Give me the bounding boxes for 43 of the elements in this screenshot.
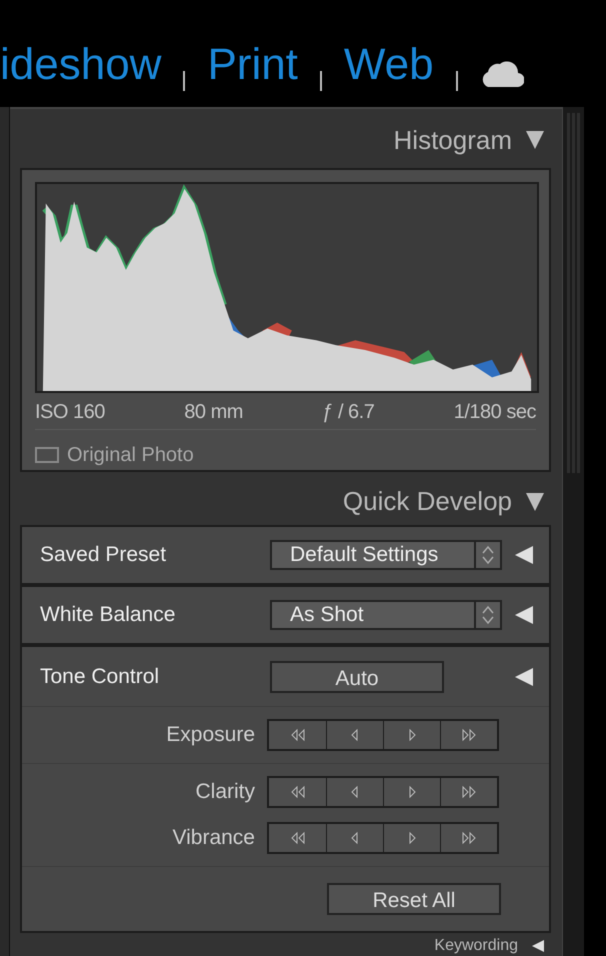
- expand-triangle-icon[interactable]: [515, 668, 533, 686]
- checkbox[interactable]: [35, 446, 59, 463]
- step-button[interactable]: [269, 824, 326, 852]
- module-link[interactable]: Web: [344, 43, 434, 87]
- double-left-arrow-icon: [290, 729, 304, 742]
- dropdown[interactable]: As Shot: [270, 600, 502, 630]
- adjustment-label: Clarity: [195, 779, 255, 806]
- collapse-triangle-icon[interactable]: [526, 492, 544, 511]
- step-button[interactable]: [269, 721, 326, 750]
- step-button[interactable]: [269, 778, 326, 806]
- double-right-arrow-icon: [462, 729, 476, 742]
- step-button[interactable]: [440, 824, 497, 852]
- exif-text: 80 mm: [184, 400, 243, 425]
- double-left-arrow-icon: [290, 832, 304, 844]
- double-right-arrow-icon: [462, 832, 476, 844]
- module-link[interactable]: Print: [207, 43, 298, 87]
- double-left-arrow-icon: [290, 786, 304, 798]
- panel-title[interactable]: Keywording: [434, 938, 518, 954]
- module-link[interactable]: ideshow: [0, 43, 162, 87]
- step-button[interactable]: [440, 778, 497, 806]
- stepper-arrows-icon: [482, 545, 494, 566]
- reset-all-button[interactable]: Reset All: [327, 883, 501, 916]
- adjustment-label: Exposure: [166, 722, 255, 748]
- expand-triangle-icon[interactable]: [532, 940, 544, 952]
- expand-triangle-icon[interactable]: [515, 606, 533, 624]
- exif-text: ISO 160: [35, 400, 105, 425]
- checkbox-label: Original Photo: [67, 442, 194, 468]
- stepper-arrows-icon: [482, 605, 494, 626]
- collapse-triangle-icon[interactable]: [526, 131, 544, 150]
- step-button[interactable]: [440, 721, 497, 750]
- exif-text: 1/180 sec: [454, 400, 536, 425]
- dropdown[interactable]: Default Settings: [270, 540, 502, 570]
- auto-button[interactable]: Auto: [270, 660, 444, 693]
- row-label: Saved Preset: [40, 542, 168, 568]
- double-right-arrow-icon: [462, 786, 476, 798]
- panel-title[interactable]: Histogram: [394, 120, 512, 160]
- exif-text: ƒ / 6.7: [322, 400, 374, 425]
- row-label: Tone Control: [40, 664, 160, 690]
- row-label: White Balance: [40, 602, 176, 628]
- adjustment-label: Vibrance: [172, 825, 255, 852]
- expand-triangle-icon[interactable]: [515, 546, 533, 564]
- panel-title[interactable]: Quick Develop: [342, 482, 512, 522]
- scrollbar[interactable]: [562, 107, 584, 956]
